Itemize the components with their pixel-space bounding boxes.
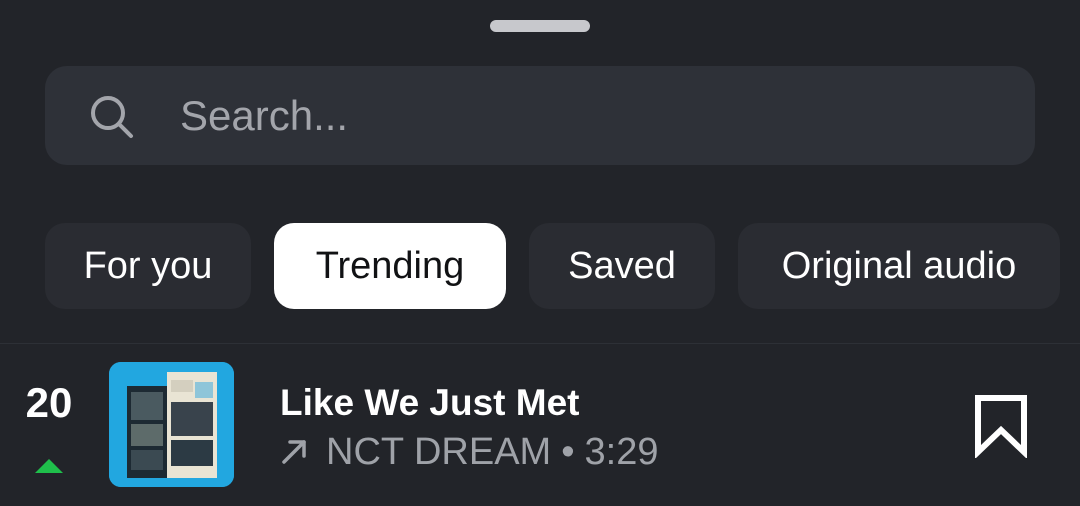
search-icon bbox=[91, 96, 133, 138]
tab-for-you[interactable]: For you bbox=[45, 223, 251, 309]
track-meta: NCT DREAM • 3:29 bbox=[280, 428, 658, 476]
tab-original-audio[interactable]: Original audio bbox=[738, 223, 1060, 309]
meta-separator: • bbox=[561, 430, 575, 473]
sheet-grab-handle[interactable] bbox=[490, 20, 590, 32]
tab-saved[interactable]: Saved bbox=[529, 223, 715, 309]
bookmark-icon[interactable] bbox=[970, 392, 1032, 458]
tab-trending[interactable]: Trending bbox=[274, 223, 506, 309]
trending-arrow-icon bbox=[282, 440, 306, 464]
album-art bbox=[109, 362, 234, 487]
search-input[interactable] bbox=[180, 80, 1000, 152]
track-title: Like We Just Met bbox=[280, 382, 580, 423]
divider bbox=[0, 343, 1080, 344]
trend-up-icon bbox=[35, 459, 63, 473]
rank-number: 20 bbox=[25, 379, 73, 426]
track-duration: 3:29 bbox=[584, 430, 659, 473]
artist-name: NCT DREAM bbox=[326, 430, 552, 473]
